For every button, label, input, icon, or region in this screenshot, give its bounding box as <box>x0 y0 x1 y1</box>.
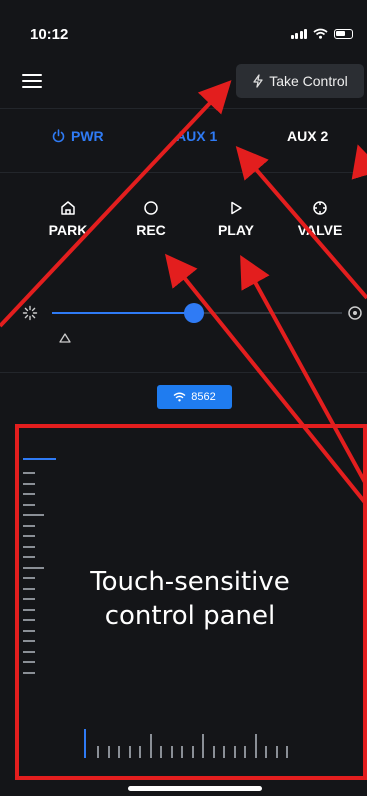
panel-position-indicator <box>23 458 56 460</box>
scale-tick <box>223 746 225 758</box>
scale-tick <box>286 746 288 758</box>
valve-label: VALVE <box>297 222 343 238</box>
park-button[interactable]: PARK <box>33 200 103 238</box>
scale-tick <box>23 588 35 590</box>
header-divider <box>0 108 367 109</box>
status-icons <box>290 28 353 39</box>
scale-tick <box>139 746 141 758</box>
status-time: 10:12 <box>30 26 69 43</box>
scale-tick <box>23 556 35 558</box>
scale-tick <box>160 746 162 758</box>
scale-tick <box>150 734 152 758</box>
tab-pwr[interactable]: PWR <box>52 128 104 144</box>
scale-tick <box>23 619 35 621</box>
spinner-icon <box>22 305 38 321</box>
play-icon <box>231 201 242 215</box>
slider-thumb[interactable] <box>184 303 205 323</box>
scale-tick <box>23 514 44 516</box>
tab-aux-1-label: AUX 1 <box>176 128 218 144</box>
tab-aux-2[interactable]: AUX 2 <box>287 128 328 144</box>
tabs-divider <box>0 172 367 173</box>
scale-tick <box>23 577 35 579</box>
park-label: PARK <box>48 222 88 238</box>
connection-badge[interactable]: 8562 <box>157 385 232 409</box>
scale-tick <box>23 493 35 495</box>
horizontal-position-indicator <box>84 729 86 758</box>
hamburger-menu-icon[interactable] <box>22 74 42 88</box>
triangle-icon <box>59 333 71 343</box>
scale-tick <box>23 640 35 642</box>
lightning-icon <box>253 74 263 88</box>
scale-tick <box>23 651 35 653</box>
panel-label-line2: control panel <box>104 601 276 631</box>
circle-icon <box>144 201 158 215</box>
scale-tick <box>255 734 257 758</box>
panel-label-line1: Touch-sensitive <box>90 567 290 597</box>
scale-tick <box>276 746 278 758</box>
valve-button[interactable]: VALVE <box>285 200 355 238</box>
scale-tick <box>23 609 35 611</box>
scale-tick <box>129 746 131 758</box>
scale-tick <box>23 546 35 548</box>
scale-tick <box>192 746 194 758</box>
take-control-label: Take Control <box>269 73 348 89</box>
scale-tick <box>23 504 35 506</box>
scale-tick <box>234 746 236 758</box>
play-label: PLAY <box>217 222 255 238</box>
home-indicator <box>128 786 262 791</box>
battery-icon <box>334 29 353 39</box>
cellular-signal-icon <box>290 29 307 39</box>
scale-tick <box>213 746 215 758</box>
scale-tick <box>181 746 183 758</box>
home-icon <box>61 201 75 215</box>
take-control-button[interactable]: Take Control <box>236 64 364 98</box>
play-button[interactable]: PLAY <box>201 200 271 238</box>
rec-label: REC <box>136 222 166 238</box>
wifi-status-icon <box>313 28 328 39</box>
scale-tick <box>23 472 35 474</box>
scale-tick <box>23 483 35 485</box>
scale-tick <box>244 746 246 758</box>
scale-tick <box>23 630 35 632</box>
panel-annotation-label: Touch-sensitive control panel <box>40 565 340 633</box>
power-icon <box>52 129 65 143</box>
target-icon[interactable] <box>347 305 363 321</box>
scale-tick <box>118 746 120 758</box>
tab-aux-2-label: AUX 2 <box>287 128 329 144</box>
scale-tick <box>23 535 35 537</box>
tab-aux-1[interactable]: AUX 1 <box>176 128 217 144</box>
scale-tick <box>23 661 35 663</box>
connection-label: 8562 <box>191 391 216 403</box>
scale-tick <box>23 525 35 527</box>
slider-fill <box>52 312 195 314</box>
tab-pwr-label: PWR <box>71 128 104 144</box>
scale-tick <box>265 746 267 758</box>
scale-tick <box>97 746 99 758</box>
scale-tick <box>202 734 204 758</box>
wifi-icon <box>173 392 186 402</box>
scale-tick <box>171 746 173 758</box>
crosshair-icon <box>313 201 327 215</box>
scale-tick <box>23 672 35 674</box>
rec-button[interactable]: REC <box>116 200 186 238</box>
slider-divider <box>0 372 367 373</box>
scale-tick <box>23 598 35 600</box>
scale-tick <box>108 746 110 758</box>
